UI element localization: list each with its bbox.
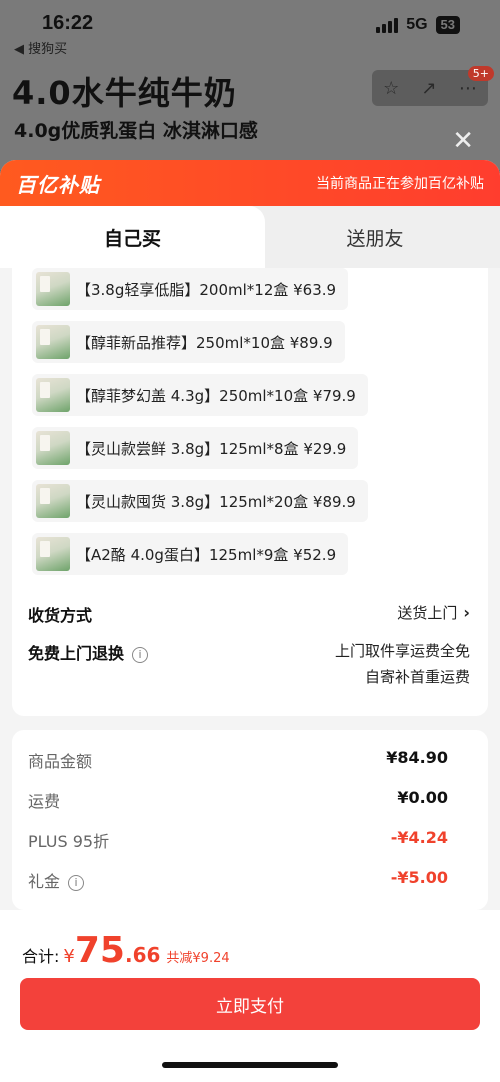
subsidy-banner: 百亿补贴 当前商品正在参加百亿补贴 [0, 160, 500, 206]
subsidy-note: 当前商品正在参加百亿补贴 [316, 176, 484, 192]
plus-discount-value: -¥4.24 [390, 828, 448, 847]
shipping-value: ¥0.00 [397, 788, 448, 807]
sku-option[interactable]: 【3.8g轻享低脂】200ml*12盒 ¥63.9 [32, 268, 349, 310]
close-icon[interactable]: ✕ [452, 128, 474, 154]
price-breakdown-card: 商品金额 ¥84.90 运费 ¥0.00 PLUS 95折 -¥4.24 礼金 i… [12, 730, 488, 910]
message-badge: 5+ [467, 66, 494, 81]
sku-option[interactable]: 【A2酪 4.0g蛋白】125ml*9盒 ¥52.9 [32, 533, 349, 575]
sku-option-label: 【灵山款尝鲜 3.8g】125ml*8盒 ¥29.9 [76, 439, 347, 458]
background-product-page: 16:22 ◀ 搜狗买 5G 53 4.0水牛纯牛奶 4.0g优质乳蛋白 冰淇淋… [0, 0, 500, 170]
sku-thumbnail [36, 325, 70, 359]
goods-amount-label: 商品金额 [28, 752, 93, 771]
product-subtitle: 4.0g优质乳蛋白 冰淇淋口感 [14, 120, 258, 142]
status-bar: 16:22 ◀ 搜狗买 5G 53 [0, 10, 500, 57]
sku-option[interactable]: 【醇菲梦幻盖 4.3g】250ml*10盒 ¥79.9 [32, 374, 368, 416]
gift-money-value: -¥5.00 [390, 868, 448, 887]
gift-money-row: 礼金 i -¥5.00 [28, 868, 448, 892]
sku-option-label: 【3.8g轻享低脂】200ml*12盒 ¥63.9 [76, 280, 337, 299]
tab-gift-friend[interactable]: 送朋友 [250, 206, 500, 268]
total-decimal: .66 [124, 943, 161, 967]
network-label: 5G [406, 16, 428, 33]
tab-buy-for-self[interactable]: 自己买 [0, 206, 265, 268]
sku-option-label: 【灵山款囤货 3.8g】125ml*20盒 ¥89.9 [76, 492, 356, 511]
sku-option[interactable]: 【灵山款囤货 3.8g】125ml*20盒 ¥89.9 [32, 480, 368, 522]
options-card: 【3.8g轻享低脂】200ml*12盒 ¥63.9 【醇菲新品推荐】250ml*… [12, 268, 488, 716]
delivery-method-label: 收货方式 [28, 606, 93, 625]
total-currency: ¥ [63, 946, 75, 967]
total-label: 合计: [22, 947, 60, 966]
chevron-right-icon: › [463, 603, 470, 622]
sku-option[interactable]: 【灵山款尝鲜 3.8g】125ml*8盒 ¥29.9 [32, 427, 359, 469]
status-indicators: 5G 53 [376, 16, 460, 34]
delivery-method-selector[interactable]: 送货上门 › [397, 602, 470, 623]
sku-option[interactable]: 【醇菲新品推荐】250ml*10盒 ¥89.9 [32, 321, 345, 363]
sku-option-label: 【A2酪 4.0g蛋白】125ml*9盒 ¥52.9 [76, 545, 337, 564]
subsidy-logo: 百亿补贴 [16, 172, 100, 197]
battery-icon: 53 [435, 16, 460, 34]
star-icon[interactable]: ☆ [383, 78, 399, 99]
shipping-label: 运费 [28, 792, 61, 811]
goods-amount-value: ¥84.90 [386, 748, 448, 767]
share-icon[interactable]: ↗ [422, 78, 437, 99]
order-total: 合计: ¥ 75 .66 共减¥9.24 [22, 930, 230, 971]
sku-thumbnail [36, 378, 70, 412]
back-to-app-link[interactable]: ◀ 搜狗买 [14, 38, 67, 57]
sku-thumbnail [36, 537, 70, 571]
gift-money-text: 礼金 [28, 872, 61, 891]
checkout-sheet: 百亿补贴 当前商品正在参加百亿补贴 送朋友 自己买 【3.8g轻享低脂】200m… [0, 160, 500, 1082]
status-time: 16:22 [42, 12, 94, 34]
sku-thumbnail [36, 484, 70, 518]
sku-option-label: 【醇菲新品推荐】250ml*10盒 ¥89.9 [76, 333, 333, 352]
pay-now-button[interactable]: 立即支付 [20, 978, 480, 1030]
home-indicator [162, 1062, 338, 1068]
sku-option-label: 【醇菲梦幻盖 4.3g】250ml*10盒 ¥79.9 [76, 386, 356, 405]
sku-thumbnail [36, 431, 70, 465]
total-integer: 75 [74, 930, 125, 971]
product-title: 4.0水牛纯牛奶 [12, 74, 237, 112]
info-icon[interactable]: i [68, 875, 85, 891]
return-line-1: 上门取件享运费全免 [334, 642, 470, 660]
plus-discount-label: PLUS 95折 [28, 832, 110, 851]
free-return-text: 免费上门退换 [28, 644, 125, 663]
info-icon[interactable]: i [132, 647, 149, 663]
total-savings: 共减¥9.24 [166, 951, 230, 966]
delivery-method-value: 送货上门 [397, 604, 458, 622]
return-line-2: 自寄补首重运费 [364, 668, 470, 686]
free-return-label: 免费上门退换 i [28, 640, 149, 664]
purchase-tabs: 送朋友 自己买 [0, 206, 500, 268]
signal-icon [376, 17, 399, 33]
shipping-row: 运费 ¥0.00 [28, 788, 448, 812]
sku-thumbnail [36, 272, 70, 306]
plus-discount-row: PLUS 95折 -¥4.24 [28, 828, 448, 852]
gift-money-label: 礼金 i [28, 868, 85, 892]
checkout-footer: 合计: ¥ 75 .66 共减¥9.24 立即支付 [0, 910, 500, 1082]
goods-amount-row: 商品金额 ¥84.90 [28, 748, 448, 772]
